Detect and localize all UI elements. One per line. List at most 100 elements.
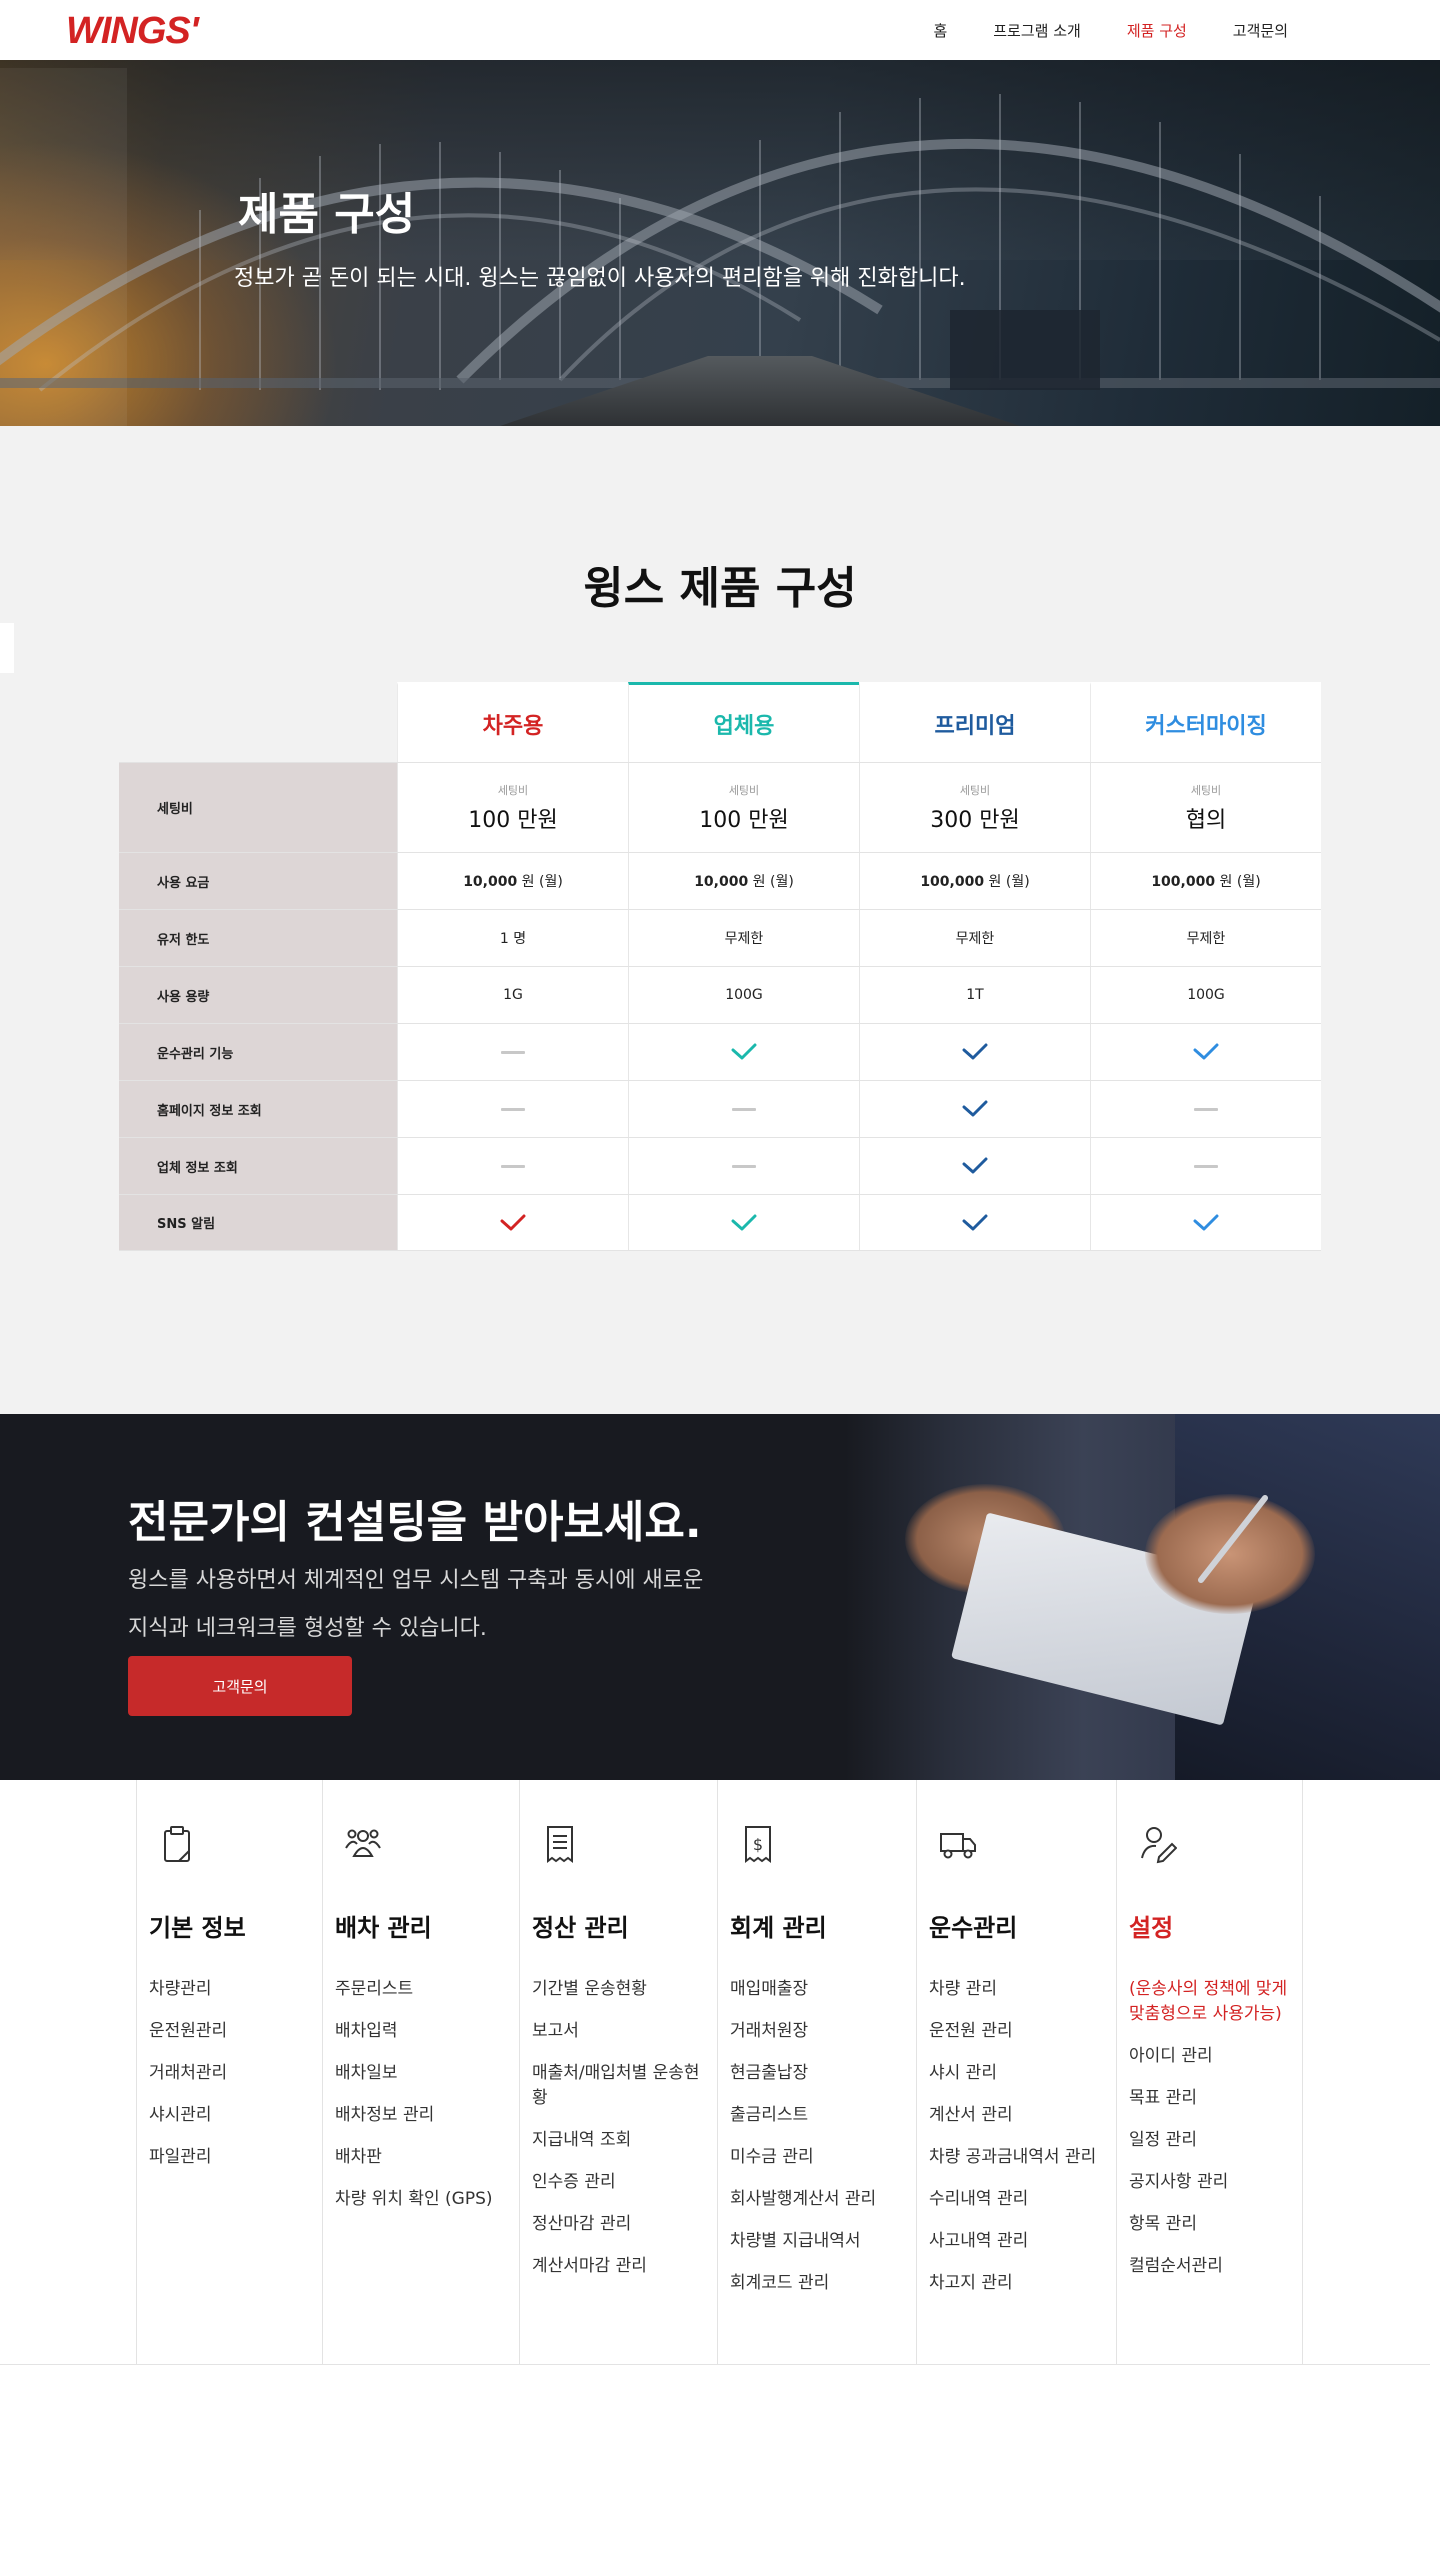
feature-item[interactable]: 정산마감 관리 [532, 2212, 717, 2237]
feature-item[interactable]: 배차정보 관리 [335, 2103, 519, 2128]
pricing-cell-customizing: 100,000 원 (월) [1090, 853, 1321, 909]
pricing-cell-customizing: 100G [1090, 967, 1321, 1023]
feature-item[interactable]: 거래처관리 [149, 2061, 322, 2086]
clipboard-icon [164, 1826, 190, 1862]
feature-item[interactable]: 차고지 관리 [929, 2271, 1116, 2296]
fee-value: 10,000 원 (월) [694, 871, 794, 891]
pricing-row-label: 홈페이지 정보 조회 [119, 1081, 397, 1137]
pricing-value: 1G [503, 987, 523, 1003]
feature-item[interactable]: 보고서 [532, 2019, 717, 2044]
feature-item[interactable]: 일정 관리 [1129, 2128, 1302, 2153]
feature-item[interactable]: 차량 관리 [929, 1977, 1116, 2002]
pricing-row: 세팅비 세팅비 100 만원 세팅비 100 만원 세팅비 300 만원 세팅비 협의 [119, 762, 1321, 852]
feature-column: 배차 관리 주문리스트 배차입력 배차일보 배차정보 관리 배차판 차량 위치 확인 (GP… [322, 1780, 519, 2364]
product-section-title: 윙스 제품 구성 [583, 563, 857, 614]
feature-item[interactable]: 운전원 관리 [929, 2019, 1116, 2044]
feature-item[interactable]: 차량 공과금내역서 관리 [929, 2145, 1116, 2170]
feature-item[interactable]: 파일관리 [149, 2145, 322, 2170]
fee-unit: 원 (월) [1219, 874, 1261, 890]
pricing-row-label: 운수관리 기능 [119, 1024, 397, 1080]
feature-column: $ 회계 관리매입매출장거래처원장현금출납장출금리스트미수금 관리회사발행계산서 … [717, 1780, 916, 2364]
setup-fee-caption: 세팅비 [497, 783, 529, 797]
customer-inquiry-button[interactable]: 고객문의 [128, 1656, 352, 1716]
consulting-text-line-1: 윙스를 사용하면서 체계적인 업무 시스템 구축과 동시에 새로운 [128, 1568, 704, 1593]
feature-item[interactable]: 매출처/매입처별 운송현황 [532, 2061, 717, 2111]
feature-item[interactable]: 사고내역 관리 [929, 2229, 1116, 2254]
feature-item[interactable]: 차량관리 [149, 1977, 322, 2002]
feature-item[interactable]: 수리내역 관리 [929, 2187, 1116, 2212]
feature-item[interactable]: 거래처원장 [730, 2019, 916, 2044]
feature-item[interactable]: 샤시 관리 [929, 2061, 1116, 2086]
hero-title: 제품 구성 [238, 189, 416, 240]
pricing-cell-customizing [1090, 1024, 1321, 1080]
feature-item[interactable]: 배차입력 [335, 2019, 519, 2044]
feature-item[interactable]: 주문리스트 [335, 1977, 519, 2002]
pricing-row: 사용 요금 10,000 원 (월) 10,000 원 (월) 100,000 원 (… [119, 852, 1321, 909]
wings-logo[interactable]: WINGS' [66, 10, 199, 53]
pricing-cell-premium [859, 1195, 1090, 1250]
pricing-row-label: 세팅비 [119, 763, 397, 852]
pricing-cell-owner-driver: 세팅비 100 만원 [397, 763, 628, 852]
feature-item[interactable]: 차량 위치 확인 (GPS) [335, 2187, 519, 2212]
feature-item[interactable]: 기간별 운송현황 [532, 1977, 717, 2002]
feature-item[interactable]: 배차판 [335, 2145, 519, 2170]
feature-item[interactable]: 출금리스트 [730, 2103, 916, 2128]
consulting-banner: 전문가의 컨설팅을 받아보세요. 윙스를 사용하면서 체계적인 업무 시스템 구… [0, 1414, 1440, 1780]
feature-item[interactable]: 계산서 관리 [929, 2103, 1116, 2128]
feature-item[interactable]: 항목 관리 [1129, 2212, 1302, 2237]
pricing-cell-company [628, 1195, 859, 1250]
feature-item[interactable]: 인수증 관리 [532, 2170, 717, 2195]
feature-column: 기본 정보차량관리운전원관리거래처관리샤시관리파일관리 [136, 1780, 322, 2364]
plan-premium[interactable]: 프리미엄 [859, 682, 1090, 762]
user-edit-icon [1141, 1827, 1178, 1864]
pricing-row-label: 업체 정보 조회 [119, 1138, 397, 1194]
pricing-cell-customizing [1090, 1138, 1321, 1194]
feature-item[interactable]: 샤시관리 [149, 2103, 322, 2128]
feature-title: 기본 정보 [149, 1914, 246, 1942]
feature-item[interactable]: 현금출납장 [730, 2061, 916, 2086]
dollar-receipt-icon: $ [745, 1826, 771, 1863]
pricing-cell-customizing: 무제한 [1090, 910, 1321, 966]
pricing-cell-owner-driver: 10,000 원 (월) [397, 853, 628, 909]
feature-item[interactable]: 아이디 관리 [1129, 2044, 1302, 2069]
check-icon [731, 1214, 757, 1230]
feature-list: 매입매출장거래처원장현금출납장출금리스트미수금 관리회사발행계산서 관리차량별 … [730, 1977, 916, 2296]
feature-item[interactable]: 운전원관리 [149, 2019, 322, 2044]
feature-item[interactable]: 배차일보 [335, 2061, 519, 2086]
feature-item[interactable]: 회계코드 관리 [730, 2271, 916, 2296]
pricing-value: 100G [1187, 987, 1225, 1003]
pricing-table: 차주용 업체용 프리미엄 커스터마이징 세팅비 세팅비 100 만원 세팅비 100 만… [119, 682, 1321, 1251]
product-section: 윙스 제품 구성 차주용 업체용 프리미엄 커스터마이징 세팅비 세팅비 100 만… [0, 426, 1440, 1414]
feature-item[interactable]: 차량별 지급내역서 [730, 2229, 916, 2254]
feature-item[interactable]: 매입매출장 [730, 1977, 916, 2002]
feature-list: 차량관리운전원관리거래처관리샤시관리파일관리 [149, 1977, 322, 2170]
plan-customizing[interactable]: 커스터마이징 [1090, 682, 1321, 762]
feature-item[interactable]: 지급내역 조회 [532, 2128, 717, 2153]
feature-item[interactable]: 목표 관리 [1129, 2086, 1302, 2111]
fee-amount: 100,000 [1151, 874, 1216, 890]
setup-fee-value: 300 만원 [930, 807, 1020, 833]
nav-customer-inquiry[interactable]: 고객문의 [1233, 20, 1288, 41]
dash-icon [501, 1050, 525, 1054]
nav-program-intro[interactable]: 프로그램 소개 [993, 20, 1081, 41]
fee-unit: 원 (월) [988, 874, 1030, 890]
feature-list: (운송사의 정책에 맞게 맞춤형으로 사용가능) 아이디 관리 목표 관리 일정 관리… [1129, 1977, 1302, 2279]
feature-item[interactable]: 미수금 관리 [730, 2145, 916, 2170]
nav-product-config[interactable]: 제품 구성 [1127, 20, 1187, 41]
pricing-table-body: 세팅비 세팅비 100 만원 세팅비 100 만원 세팅비 300 만원 세팅비 협의 사용 요금… [119, 762, 1321, 1251]
pricing-row-label: SNS 알림 [119, 1195, 397, 1250]
feature-item[interactable]: 회사발행계산서 관리 [730, 2187, 916, 2212]
fee-value: 10,000 원 (월) [463, 871, 563, 891]
side-tab[interactable] [0, 623, 14, 673]
feature-item[interactable]: 컬럼순서관리 [1129, 2254, 1302, 2279]
plan-owner-driver[interactable]: 차주용 [397, 682, 628, 762]
pricing-cell-premium: 무제한 [859, 910, 1090, 966]
feature-title: 회계 관리 [730, 1914, 827, 1942]
plan-company[interactable]: 업체용 [628, 682, 859, 762]
feature-item[interactable]: 계산서마감 관리 [532, 2254, 717, 2279]
pricing-cell-customizing: 세팅비 협의 [1090, 763, 1321, 852]
feature-item[interactable]: 공지사항 관리 [1129, 2170, 1302, 2195]
check-icon [1193, 1214, 1219, 1230]
nav-home[interactable]: 홈 [933, 20, 947, 41]
check-icon [731, 1043, 757, 1060]
